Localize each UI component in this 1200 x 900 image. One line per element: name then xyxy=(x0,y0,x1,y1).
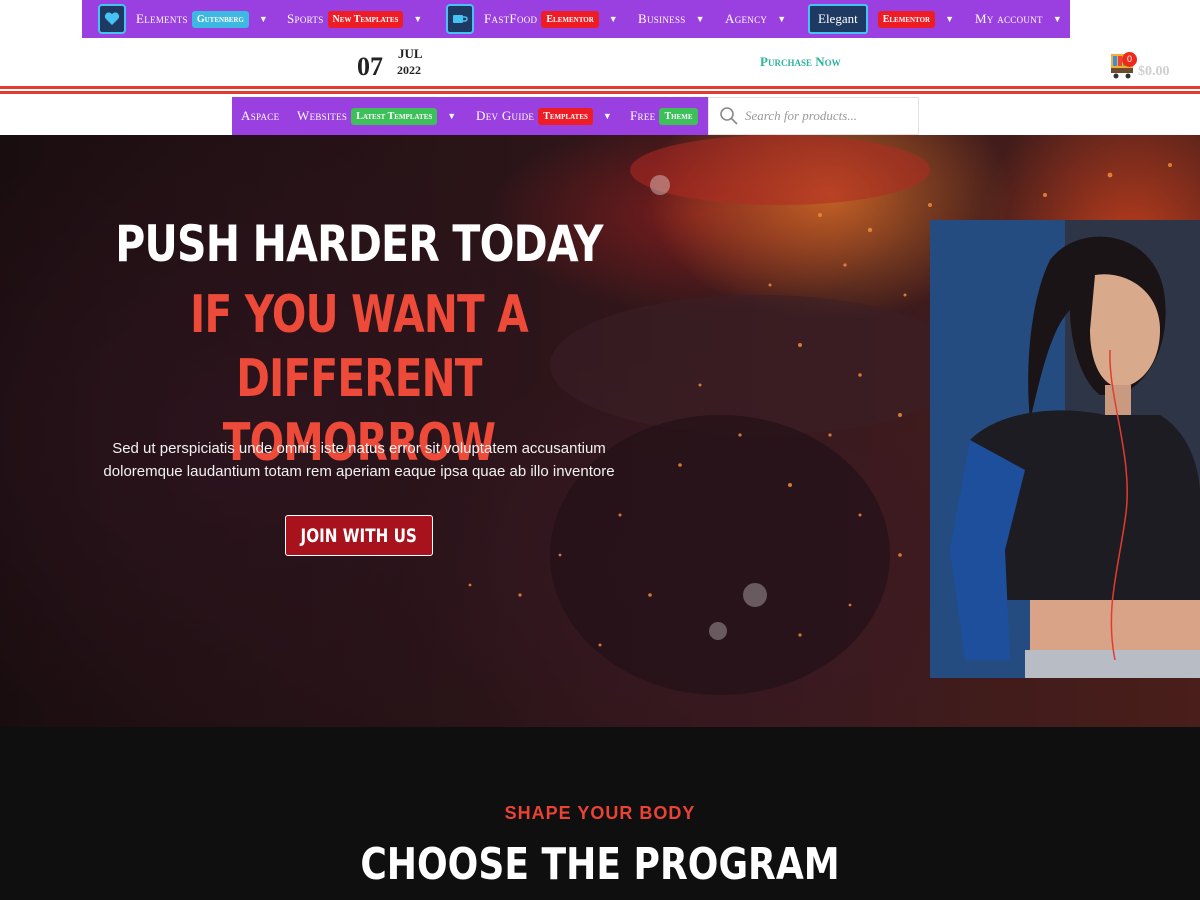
badge-new-templates: New Templates xyxy=(327,10,404,28)
cart-total: $0.00 xyxy=(1138,64,1170,79)
chevron-down-icon[interactable]: ▼ xyxy=(696,14,705,24)
nav-item-agency[interactable]: Agency ▼ xyxy=(725,0,786,38)
nav-item-aspace[interactable]: Aspace xyxy=(241,97,279,135)
section-subtitle: SHAPE YOUR BODY xyxy=(504,803,696,823)
header-divider xyxy=(0,86,1200,94)
nav-label: FastFood xyxy=(484,11,538,26)
section-title: CHOOSE THE PROGRAM xyxy=(360,839,840,890)
purchase-now-link[interactable]: Purchase Now xyxy=(760,54,841,70)
program-section: SHAPE YOUR BODY CHOOSE THE PROGRAM xyxy=(0,727,1200,900)
badge-latest-templates: Latest Templates xyxy=(351,107,438,125)
hero-description-line: doloremque laudantium totam rem aperiam … xyxy=(103,463,615,480)
nav-item-fastfood[interactable]: FastFood Elementor ▼ xyxy=(446,0,618,38)
nav-label: Sports xyxy=(287,11,324,26)
join-with-us-button[interactable]: JOIN WITH US xyxy=(285,515,433,556)
search-icon[interactable] xyxy=(719,106,739,126)
nav-label: Agency xyxy=(725,11,768,26)
top-navigation: Elements Gutenberg ▼ Sports New Template… xyxy=(82,0,1070,38)
badge-theme: Theme xyxy=(659,107,698,125)
cart-count-badge: 0 xyxy=(1122,52,1137,67)
chevron-down-icon[interactable]: ▼ xyxy=(447,111,456,121)
product-search xyxy=(708,97,919,135)
nav-item-sports[interactable]: Sports New Templates ▼ xyxy=(287,0,422,38)
heart-icon xyxy=(98,4,126,34)
nav-item-elegant[interactable]: Elegant Elementor ▼ xyxy=(808,0,954,38)
nav-item-business[interactable]: Business ▼ xyxy=(638,0,705,38)
nav-item-elements[interactable]: Elements Gutenberg ▼ xyxy=(98,0,268,38)
nav-label: Dev Guide xyxy=(476,108,535,123)
badge-elementor: Elementor xyxy=(877,10,936,28)
coffee-cup-icon xyxy=(446,4,474,34)
date-month: JUL xyxy=(398,46,423,61)
badge-templates: Templates xyxy=(538,107,593,125)
nav-label: Aspace xyxy=(241,108,280,123)
chevron-down-icon[interactable]: ▼ xyxy=(259,14,268,24)
chevron-down-icon[interactable]: ▼ xyxy=(603,111,612,121)
nav-label: Business xyxy=(638,11,686,26)
nav-item-dev-guide[interactable]: Dev Guide Templates ▼ xyxy=(476,97,612,135)
hero-banner: PUSH HARDER TODAY IF YOU WANT A DIFFEREN… xyxy=(0,135,1200,727)
nav-label: My account xyxy=(975,11,1043,26)
athlete-photo xyxy=(930,220,1200,678)
badge-gutenberg: Gutenberg xyxy=(191,10,249,28)
secondary-navigation: Aspace Websites Latest Templates ▼ Dev G… xyxy=(232,97,708,135)
chevron-down-icon[interactable]: ▼ xyxy=(945,14,954,24)
nav-label: Websites xyxy=(297,108,348,123)
chevron-down-icon[interactable]: ▼ xyxy=(1053,14,1062,24)
date-day: 07 xyxy=(357,52,383,81)
info-bar: 07 JUL 2022 Purchase Now $0.00 xyxy=(0,38,1200,86)
hero-title: PUSH HARDER TODAY xyxy=(115,215,603,273)
hero-description: Sed ut perspiciatis unde omnis iste natu… xyxy=(100,437,618,483)
nav-item-websites[interactable]: Websites Latest Templates ▼ xyxy=(297,97,456,135)
nav-label: Elegant xyxy=(808,4,868,34)
hero-description-line: Sed ut perspiciatis unde omnis iste natu… xyxy=(112,440,606,457)
chevron-down-icon[interactable]: ▼ xyxy=(413,14,422,24)
date-year: 2022 xyxy=(397,63,421,77)
hero-subtitle-line: IF YOU WANT A DIFFERENT xyxy=(190,285,528,409)
nav-label: Free xyxy=(630,108,656,123)
chevron-down-icon[interactable]: ▼ xyxy=(777,14,786,24)
badge-elementor: Elementor xyxy=(541,10,599,28)
nav-label: Elements xyxy=(136,11,188,26)
search-input[interactable] xyxy=(745,108,905,124)
join-button-label: JOIN WITH US xyxy=(300,524,418,547)
chevron-down-icon[interactable]: ▼ xyxy=(609,14,618,24)
nav-item-free[interactable]: Free Theme xyxy=(630,97,698,135)
nav-item-my-account[interactable]: My account ▼ xyxy=(975,0,1062,38)
